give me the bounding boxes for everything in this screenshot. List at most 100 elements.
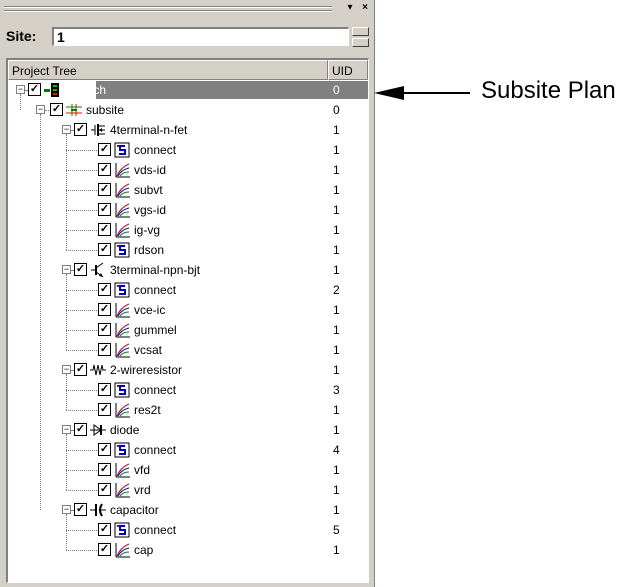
checkbox[interactable]: ✓ [98,143,111,156]
checkbox[interactable]: ✓ [28,83,41,96]
tree-row-label: 4terminal-n-fet [110,123,188,137]
checkbox[interactable]: ✓ [98,303,111,316]
tree-row[interactable]: ✓ vgs-id 1 [8,200,368,220]
collapse-toggle-icon[interactable]: − [62,505,71,514]
checkbox[interactable]: ✓ [98,403,111,416]
tree-row[interactable]: ✓ connect 2 [8,280,368,300]
tree-row[interactable]: ✓ res2t 1 [8,400,368,420]
tree-row-label: 3terminal-npn-bjt [110,263,201,277]
tree-connector-line [66,274,67,350]
collapse-toggle-icon[interactable]: − [62,125,71,134]
checkbox[interactable]: ✓ [98,283,111,296]
checkbox[interactable]: ✓ [98,483,111,496]
tree-row[interactable]: ✓ vrd 1 [8,480,368,500]
tree-row-label: vce-ic [134,303,166,317]
tree-row[interactable]: − ✓ 2-wireresistor 1 [8,360,368,380]
checkbox[interactable]: ✓ [98,463,111,476]
tree-row[interactable]: ✓ connect 3 [8,380,368,400]
checkbox[interactable]: ✓ [74,363,87,376]
tree-row-label: gummel [134,323,177,337]
tree-row-uid: 1 [333,203,340,217]
tree-row-uid: 5 [333,523,340,537]
selection-highlight [96,81,368,99]
collapse-toggle-icon[interactable]: − [36,105,45,114]
tree-row[interactable]: ✓ vds-id 1 [8,160,368,180]
tree-row-label: vgs-id [134,203,167,217]
close-icon[interactable]: × [358,2,372,14]
tree-row[interactable]: − ✓ ivswitch 0 [8,80,368,100]
tree-connector-line [66,410,97,411]
tree-row[interactable]: ✓ ig-vg 1 [8,220,368,240]
project-tree[interactable]: Project Tree UID − ✓ ivswitch 0− ✓ subsite 0− ✓… [6,58,369,583]
checkbox[interactable]: ✓ [98,343,111,356]
checkbox[interactable]: ✓ [98,523,111,536]
column-header-uid[interactable]: UID [328,60,368,80]
tree-connector-line [66,230,97,231]
tree-row-uid: 1 [333,323,340,337]
checkbox[interactable]: ✓ [98,383,111,396]
minimize-icon[interactable]: ▾ [343,2,357,14]
checkbox[interactable]: ✓ [98,223,111,236]
site-spinner[interactable] [352,27,369,47]
panel-titlebar: ▾ × [0,0,374,18]
checkbox[interactable]: ✓ [74,123,87,136]
tree-row-uid: 0 [333,83,340,97]
checkbox[interactable]: ✓ [98,543,111,556]
tree-row[interactable]: ✓ vce-ic 1 [8,300,368,320]
tree-connector-line [71,130,73,131]
tree-row[interactable]: − ✓ capacitor 1 [8,500,368,520]
checkbox[interactable]: ✓ [74,503,87,516]
curve-icon [114,482,130,498]
tree-row-uid: 2 [333,283,340,297]
tree-row[interactable]: ✓ connect 4 [8,440,368,460]
checkbox[interactable]: ✓ [98,163,111,176]
tree-connector-line [66,310,97,311]
checkbox[interactable]: ✓ [98,443,111,456]
tree-row[interactable]: − ✓ 4terminal-n-fet 1 [8,120,368,140]
checkbox[interactable]: ✓ [74,263,87,276]
tree-connector-line [66,290,97,291]
checkbox[interactable]: ✓ [98,243,111,256]
column-header-project-tree[interactable]: Project Tree [8,60,328,80]
site-label: Site: [6,28,37,44]
checkbox[interactable]: ✓ [98,323,111,336]
tree-row[interactable]: ✓ rdson 1 [8,240,368,260]
tree-row-uid: 1 [333,123,340,137]
checkbox[interactable]: ✓ [98,183,111,196]
collapse-toggle-icon[interactable]: − [62,425,71,434]
tree-connector-line [66,190,97,191]
collapse-toggle-icon[interactable]: − [16,85,25,94]
tree-row-label: subvt [134,183,163,197]
spin-down-button[interactable] [352,38,369,47]
tree-row-label: connect [134,283,177,297]
title-grip[interactable] [4,6,332,8]
tree-row[interactable]: ✓ vcsat 1 [8,340,368,360]
spin-up-button[interactable] [352,27,369,36]
nfet-icon [90,122,106,138]
tree-row[interactable]: ✓ gummel 1 [8,320,368,340]
tree-row-label: connect [134,523,177,537]
checkbox[interactable]: ✓ [74,423,87,436]
tree-row[interactable]: ✓ vfd 1 [8,460,368,480]
checkbox[interactable]: ✓ [98,203,111,216]
tree-row-uid: 1 [333,263,340,277]
tree-connector-line [66,450,97,451]
tree-row[interactable]: − ✓ subsite 0 [8,100,368,120]
tree-row[interactable]: ✓ connect 5 [8,520,368,540]
connect-icon [114,382,130,398]
tree-row[interactable]: ✓ subvt 1 [8,180,368,200]
annotation-arrow [374,86,470,100]
tree-row[interactable]: ✓ connect 1 [8,140,368,160]
collapse-toggle-icon[interactable]: − [62,365,71,374]
tree-row[interactable]: − ✓ diode 1 [8,420,368,440]
tree-row[interactable]: ✓ cap 1 [8,540,368,560]
site-input[interactable]: 1 [52,27,349,46]
collapse-toggle-icon[interactable]: − [62,265,71,274]
title-grip-line [4,10,332,12]
tree-row-uid: 1 [333,243,340,257]
tree-row-uid: 1 [333,303,340,317]
curve-icon [114,302,130,318]
checkbox[interactable]: ✓ [50,103,63,116]
tree-row[interactable]: − ✓ 3terminal-npn-bjt 1 [8,260,368,280]
tree-row-label: vcsat [134,343,163,357]
